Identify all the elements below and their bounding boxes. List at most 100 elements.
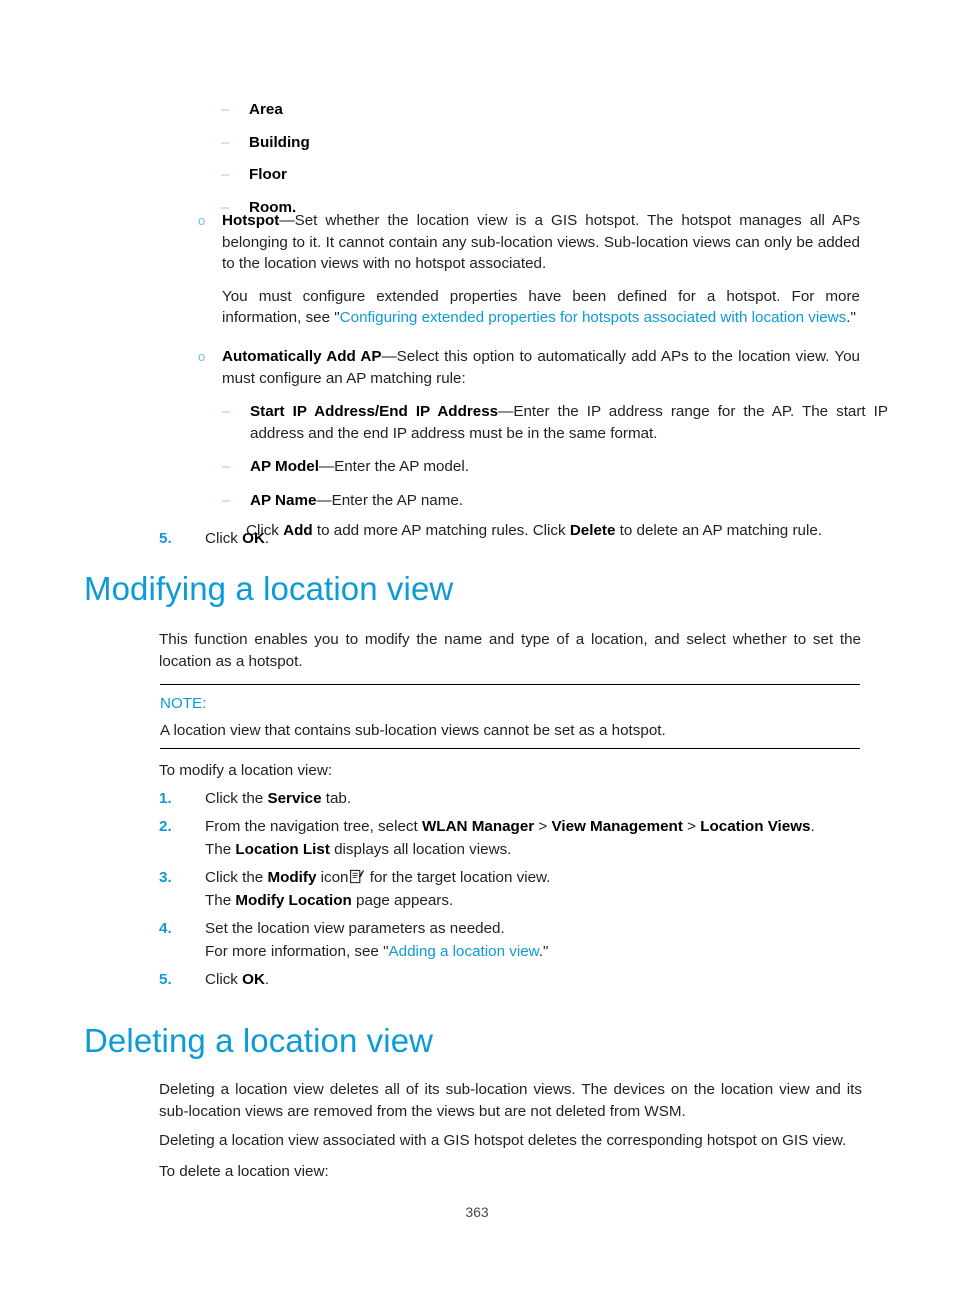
page-heading-modifying: Modifying a location view xyxy=(84,570,454,607)
step-sub-text: For more information, see "Adding a loca… xyxy=(205,943,548,960)
auto-add-ap-em-dash: — xyxy=(381,348,397,365)
nav-separator: > xyxy=(682,817,701,835)
step-continuation: The Modify Location page appears. xyxy=(159,890,861,912)
step: 5. Click OK. xyxy=(159,528,859,550)
list-item: o Hotspot—Set whether the location view … xyxy=(198,210,860,275)
page-heading-deleting: Deleting a location view xyxy=(84,1022,434,1059)
list-item: – Area xyxy=(221,99,861,121)
modifying-intro-paragraph: This function enables you to modify the … xyxy=(159,631,861,670)
circle-bullet-marker: o xyxy=(198,213,206,228)
step: 1. Click the Service tab. xyxy=(159,788,861,810)
page-number-footer: 363 xyxy=(465,1204,489,1220)
hotspot-term: Hotspot xyxy=(222,212,280,229)
hotspot-bullet-block: o Hotspot—Set whether the location view … xyxy=(198,210,860,329)
step-pre: Click xyxy=(205,970,243,988)
start-end-ip-text: Start IP Address/End IP Address—Enter th… xyxy=(250,401,888,444)
list-item-label: Floor xyxy=(249,166,287,183)
ap-matching-rule-sublist: – Start IP Address/End IP Address—Enter … xyxy=(198,401,888,542)
step-text: Set the location view parameters as need… xyxy=(205,919,505,937)
ok-button-ref: OK xyxy=(242,970,265,988)
sub-post: ." xyxy=(538,943,549,960)
modify-location-page-ref: Modify Location xyxy=(235,892,352,909)
step-continuation: The Location List displays all location … xyxy=(159,839,861,861)
note-box: NOTE: A location view that contains sub-… xyxy=(160,684,860,749)
list-item: – AP Model—Enter the AP model. xyxy=(222,456,860,478)
ap-name-body: Enter the AP name. xyxy=(331,491,464,509)
hotspot-body: Set whether the location view is a GIS h… xyxy=(222,212,860,272)
dash-bullet-marker: – xyxy=(222,491,231,509)
auto-add-ap-bullet-block: o Automatically Add AP—Select this optio… xyxy=(198,346,888,542)
step-post: . xyxy=(810,817,815,835)
step: 4. Set the location view parameters as n… xyxy=(159,918,861,940)
modify-pencil-icon xyxy=(349,869,364,884)
sub-post: page appears. xyxy=(351,892,454,909)
location-type-bullet-list: – Area – Building – Floor – Room. xyxy=(221,99,861,218)
note-text: A location view that contains sub-locati… xyxy=(160,722,666,739)
hotspot-bullet-text: Hotspot—Set whether the location view is… xyxy=(222,210,860,275)
list-item-label: Area xyxy=(249,101,283,118)
deleting-paragraph-1: Deleting a location view deletes all of … xyxy=(159,1081,862,1120)
step-text: Click OK. xyxy=(205,530,269,547)
hotspot-followup-suffix: ." xyxy=(846,309,856,326)
step: 2. From the navigation tree, select WLAN… xyxy=(159,816,861,838)
step-text: From the navigation tree, select WLAN Ma… xyxy=(205,818,815,835)
auto-add-ap-term: Automatically Add AP xyxy=(222,348,382,365)
step-text: Click the Service tab. xyxy=(205,790,351,807)
service-tab-ref: Service xyxy=(267,790,322,807)
note-label: NOTE: xyxy=(160,695,207,712)
list-item-label: Building xyxy=(249,133,310,151)
location-views-ref: Location Views xyxy=(700,817,811,835)
list-item: – Building xyxy=(221,132,861,154)
step-number: 4. xyxy=(159,919,172,937)
step-post: . xyxy=(264,970,270,988)
step-number: 5. xyxy=(159,970,172,988)
list-item: – Floor xyxy=(221,164,861,186)
step-post: . xyxy=(264,530,270,547)
deleting-lead-in: To delete a location view: xyxy=(159,1163,329,1180)
ap-model-term: AP Model xyxy=(250,458,319,475)
nav-separator: > xyxy=(534,817,552,835)
ap-name-text: AP Name—Enter the AP name. xyxy=(250,490,860,512)
em-dash: — xyxy=(498,403,514,420)
step-text: Click OK. xyxy=(205,971,269,988)
step-number: 1. xyxy=(159,790,172,807)
step-continuation: For more information, see "Adding a loca… xyxy=(159,941,861,963)
step-text: Click the Modify icon for the target loc… xyxy=(205,869,550,886)
ap-name-term: AP Name xyxy=(250,491,317,509)
sub-post: displays all location views. xyxy=(329,841,512,858)
link-configuring-extended-properties[interactable]: Configuring extended properties for hots… xyxy=(340,309,847,326)
auto-add-ap-text: Automatically Add AP—Select this option … xyxy=(222,346,860,389)
step-pre: Click xyxy=(205,530,243,547)
dash-bullet-marker: – xyxy=(221,101,230,118)
ap-model-body: Enter the AP model. xyxy=(334,458,469,475)
modify-steps-list: 1. Click the Service tab. 2. From the na… xyxy=(159,788,861,990)
hotspot-em-dash: — xyxy=(279,212,295,229)
list-item: – Start IP Address/End IP Address—Enter … xyxy=(222,401,888,444)
modify-lead-in: To modify a location view: xyxy=(159,762,333,779)
end-ip-address-term: End IP Address xyxy=(379,403,499,420)
dash-bullet-marker: – xyxy=(222,403,231,420)
location-list-ref: Location List xyxy=(235,841,330,858)
step-number: 3. xyxy=(159,868,172,886)
step-pre: Click the xyxy=(205,790,268,807)
step-post: for the target location view. xyxy=(365,868,551,886)
step-sub-text: The Modify Location page appears. xyxy=(205,892,453,909)
step-pre: From the navigation tree, select xyxy=(205,817,422,835)
step: 5. Click OK. xyxy=(159,969,861,991)
deleting-paragraph-2: Deleting a location view associated with… xyxy=(159,1132,847,1149)
adding-procedure-step-5: 5. Click OK. xyxy=(159,528,859,555)
step-pre: Click the xyxy=(205,868,268,886)
step-number: 2. xyxy=(159,817,172,835)
sub-pre: The xyxy=(205,841,236,858)
ok-button-ref: OK xyxy=(242,530,265,547)
sub-pre: The xyxy=(205,892,236,909)
circle-bullet-marker: o xyxy=(198,349,206,364)
dash-bullet-marker: – xyxy=(221,166,230,183)
document-page: – Area – Building – Floor – Room. o Hots… xyxy=(0,0,954,1296)
list-item: – AP Name—Enter the AP name. xyxy=(222,490,860,512)
ap-model-text: AP Model—Enter the AP model. xyxy=(250,456,860,478)
sub-pre: For more information, see " xyxy=(205,943,389,960)
step-number: 5. xyxy=(159,530,172,547)
step-mid: icon xyxy=(316,868,349,886)
link-adding-a-location-view[interactable]: Adding a location view xyxy=(389,943,539,960)
